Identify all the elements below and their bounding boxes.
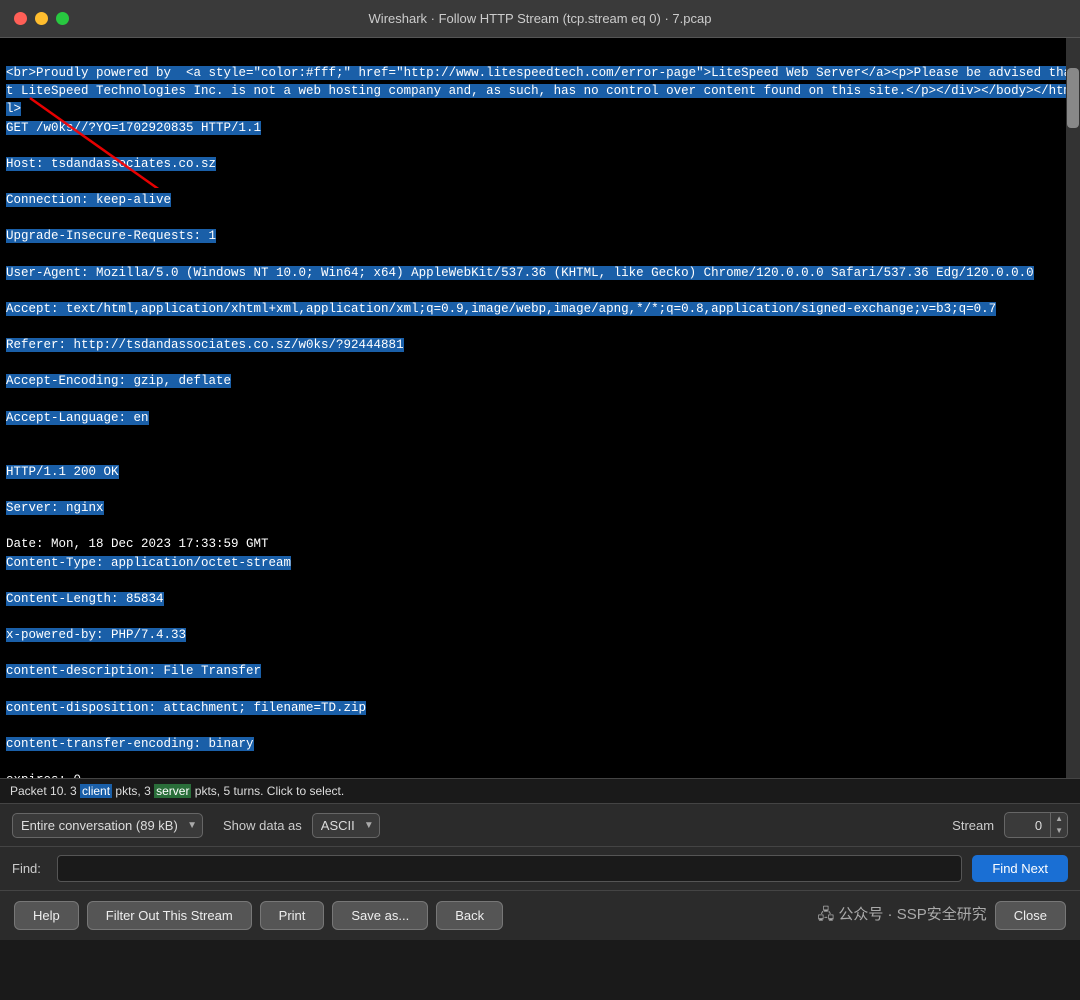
stream-spinner: ▲ ▼ — [1050, 813, 1067, 837]
find-label: Find: — [12, 861, 47, 876]
help-button[interactable]: Help — [14, 901, 79, 930]
close-window-button[interactable] — [14, 12, 27, 25]
server-highlight: server — [154, 784, 191, 798]
save-as-button[interactable]: Save as... — [332, 901, 428, 930]
title-bar: Wireshark · Follow HTTP Stream (tcp.stre… — [0, 0, 1080, 38]
data-format-dropdown-wrapper: ASCII ▼ — [312, 813, 380, 838]
stream-content-area[interactable]: <br>Proudly powered by <a style="color:#… — [0, 38, 1080, 778]
data-format-dropdown[interactable]: ASCII — [312, 813, 380, 838]
client-highlight: client — [80, 784, 112, 798]
scrollbar[interactable] — [1066, 38, 1080, 778]
conversation-dropdown[interactable]: Entire conversation (89 kB) — [12, 813, 203, 838]
find-input[interactable] — [57, 855, 962, 882]
filter-out-stream-button[interactable]: Filter Out This Stream — [87, 901, 252, 930]
scrollbar-thumb[interactable] — [1067, 68, 1079, 128]
packet-info-bar: Packet 10. 3 client pkts, 3 server pkts,… — [0, 778, 1080, 803]
back-button[interactable]: Back — [436, 901, 503, 930]
find-next-button[interactable]: Find Next — [972, 855, 1068, 882]
close-button[interactable]: Close — [995, 901, 1066, 930]
stream-number-input[interactable] — [1005, 814, 1050, 837]
traffic-lights — [14, 12, 69, 25]
maximize-window-button[interactable] — [56, 12, 69, 25]
conversation-dropdown-wrapper: Entire conversation (89 kB) ▼ — [12, 813, 203, 838]
main-window: <br>Proudly powered by <a style="color:#… — [0, 38, 1080, 1000]
stream-spinner-down-button[interactable]: ▼ — [1051, 825, 1067, 837]
stream-number-wrapper: ▲ ▼ — [1004, 812, 1068, 838]
watermark-text: 🖧 公众号 · SSP安全研究 — [818, 903, 987, 929]
window-title: Wireshark · Follow HTTP Stream (tcp.stre… — [369, 11, 712, 26]
stream-text-display: <br>Proudly powered by <a style="color:#… — [6, 46, 1074, 778]
bottom-buttons-bar: Help Filter Out This Stream Print Save a… — [0, 890, 1080, 940]
print-button[interactable]: Print — [260, 901, 325, 930]
stream-spinner-up-button[interactable]: ▲ — [1051, 813, 1067, 825]
find-row: Find: Find Next — [0, 846, 1080, 890]
minimize-window-button[interactable] — [35, 12, 48, 25]
stream-label: Stream — [952, 818, 994, 833]
show-data-as-label: Show data as — [223, 818, 302, 833]
controls-row: Entire conversation (89 kB) ▼ Show data … — [0, 803, 1080, 846]
